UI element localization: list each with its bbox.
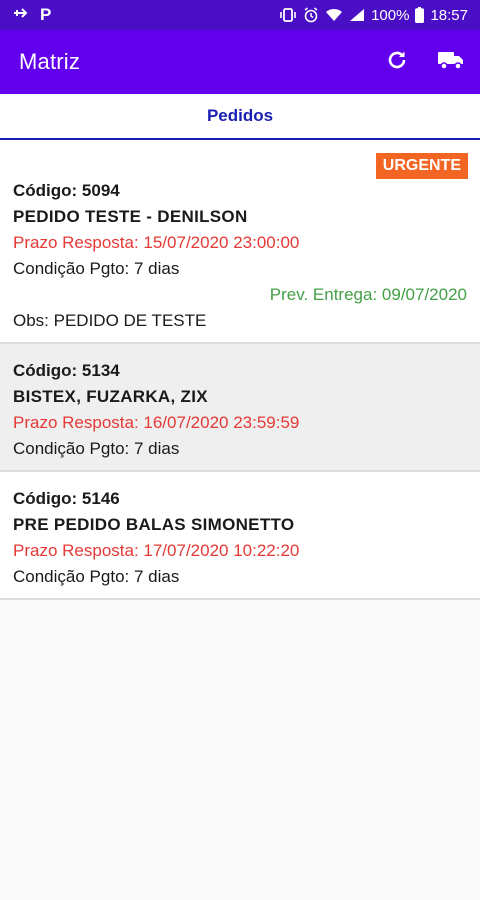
battery-icon (415, 7, 425, 23)
orders-list: URGENTE Código: 5094 PEDIDO TESTE - DENI… (0, 140, 480, 600)
order-code: Código: 5146 (13, 489, 120, 508)
delivery-forecast: Prev. Entrega: 09/07/2020 (269, 285, 467, 304)
status-bar: P 100% 18:57 (0, 0, 480, 30)
order-code: Código: 5134 (13, 361, 120, 380)
tab-bar: Pedidos (0, 94, 480, 140)
vibrate-icon (279, 7, 297, 23)
response-deadline: Prazo Resposta: 15/07/2020 23:00:00 (13, 233, 300, 252)
payment-condition: Condição Pgto: 7 dias (13, 259, 180, 278)
order-code: Código: 5094 (13, 181, 120, 200)
list-item[interactable]: URGENTE Código: 5094 PEDIDO TESTE - DENI… (0, 140, 480, 344)
battery-percent: 100% (371, 6, 410, 24)
payment-condition: Condição Pgto: 7 dias (13, 567, 180, 586)
refresh-button[interactable] (382, 47, 412, 77)
order-name: BISTEX, FUZARKA, ZIX (13, 387, 208, 406)
response-deadline: Prazo Resposta: 17/07/2020 10:22:20 (13, 541, 300, 560)
order-name: PEDIDO TESTE - DENILSON (13, 207, 248, 226)
parking-icon: P (40, 5, 52, 24)
usb-debug-icon (12, 6, 30, 24)
list-item[interactable]: Código: 5134 BISTEX, FUZARKA, ZIX Prazo … (0, 344, 480, 472)
response-deadline: Prazo Resposta: 16/07/2020 23:59:59 (13, 413, 300, 432)
list-item[interactable]: Código: 5146 PRE PEDIDO BALAS SIMONETTO … (0, 472, 480, 600)
refresh-icon (385, 48, 409, 77)
truck-icon (437, 49, 465, 76)
tab-pedidos[interactable]: Pedidos (207, 106, 273, 126)
delivery-button[interactable] (436, 47, 466, 77)
order-name: PRE PEDIDO BALAS SIMONETTO (13, 515, 295, 534)
order-notes: Obs: PEDIDO DE TESTE (13, 311, 207, 330)
payment-condition: Condição Pgto: 7 dias (13, 439, 180, 458)
wifi-icon (325, 8, 343, 22)
page-title: Matriz (19, 49, 81, 74)
signal-icon (349, 8, 365, 22)
clock-time: 18:57 (430, 6, 468, 24)
app-bar: Matriz (0, 30, 480, 94)
urgent-badge: URGENTE (375, 153, 468, 179)
alarm-icon (303, 7, 319, 23)
